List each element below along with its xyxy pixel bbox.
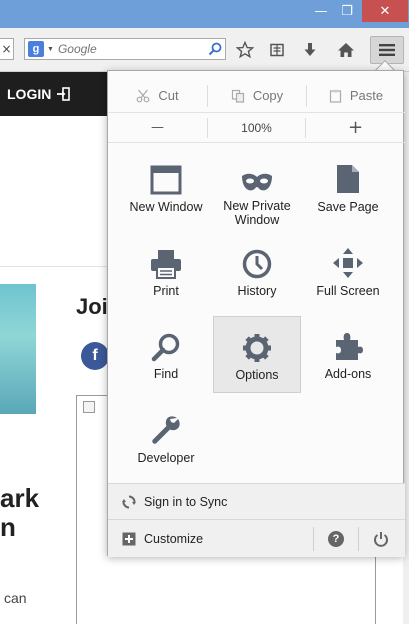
save-page-label: Save Page (317, 200, 379, 214)
power-icon (374, 531, 388, 547)
puzzle-icon (328, 322, 368, 362)
new-private-window-item[interactable]: New Private Window (213, 149, 301, 227)
join-heading: Joi (76, 294, 108, 319)
page-heading-fragment: ark (0, 483, 40, 513)
new-window-icon (146, 155, 186, 195)
customize-button[interactable]: Customize (108, 520, 313, 557)
scissors-icon (136, 89, 150, 102)
help-button[interactable]: ? (313, 526, 358, 551)
zoom-controls: — 100% + (108, 113, 405, 143)
reading-list-icon[interactable] (265, 38, 289, 62)
customize-plus-icon (122, 532, 136, 545)
login-link[interactable]: LOGIN (7, 86, 71, 102)
quit-button[interactable] (358, 526, 403, 551)
navigation-toolbar: × g ▼ (0, 28, 409, 72)
printer-icon (146, 239, 186, 279)
cut-label: Cut (158, 88, 179, 103)
options-label: Options (235, 368, 279, 382)
sync-icon (122, 495, 136, 508)
developer-item[interactable]: Developer (122, 400, 210, 478)
search-go-icon[interactable] (205, 39, 225, 59)
close-window-button[interactable]: ✕ (362, 0, 408, 22)
zoom-in-symbol: + (347, 117, 364, 138)
developer-label: Developer (137, 451, 195, 465)
new-window-label: New Window (129, 200, 203, 214)
gear-icon (237, 323, 277, 363)
minimize-button[interactable]: — (308, 0, 334, 22)
facebook-icon[interactable]: f (81, 342, 109, 370)
maximize-button[interactable]: ❐ (334, 0, 360, 22)
fullscreen-icon (328, 239, 368, 279)
login-label: LOGIN (7, 86, 52, 102)
zoom-reset-button[interactable]: 100% (207, 117, 306, 138)
hero-image (0, 284, 36, 414)
menu-footer: Customize ? (108, 519, 405, 557)
edit-controls: Cut Copy Paste (108, 79, 405, 113)
sync-label: Sign in to Sync (144, 494, 228, 509)
broken-image-icon (83, 401, 95, 413)
cut-button[interactable]: Cut (108, 85, 207, 107)
options-item[interactable]: Options (213, 316, 301, 393)
find-label: Find (153, 367, 179, 381)
magnifier-icon (146, 322, 186, 362)
home-icon[interactable] (334, 38, 358, 62)
full-screen-item[interactable]: Full Screen (304, 233, 392, 311)
copy-label: Copy (252, 88, 284, 103)
customize-label: Customize (144, 531, 204, 546)
zoom-in-button[interactable]: + (306, 117, 405, 138)
page-body-fragment: can (4, 590, 27, 606)
google-engine-icon[interactable]: g (28, 41, 44, 57)
full-screen-label: Full Screen (316, 284, 380, 298)
history-item[interactable]: History (213, 233, 301, 311)
zoom-out-button[interactable]: — (108, 118, 207, 138)
zoom-out-symbol: — (151, 120, 164, 135)
save-page-icon (328, 155, 368, 195)
save-page-item[interactable]: Save Page (304, 149, 392, 227)
copy-button[interactable]: Copy (207, 84, 306, 107)
window-titlebar: — ❐ ✕ (0, 0, 409, 28)
paste-button[interactable]: Paste (306, 84, 405, 107)
clock-icon (237, 239, 277, 279)
hamburger-menu-icon[interactable] (370, 36, 404, 64)
browser-menu-panel: Cut Copy Paste — 100% + New Window New P… (107, 70, 405, 557)
bookmark-star-icon[interactable] (233, 38, 257, 62)
zoom-level: 100% (241, 120, 272, 135)
wrench-icon (146, 406, 186, 446)
search-input[interactable] (57, 42, 205, 56)
engine-dropdown-icon[interactable]: ▼ (47, 46, 54, 53)
downloads-icon[interactable] (298, 38, 322, 62)
login-arrow-icon (57, 87, 71, 101)
print-item[interactable]: Print (122, 233, 210, 311)
add-ons-item[interactable]: Add-ons (304, 316, 392, 394)
help-icon: ? (328, 530, 344, 547)
sign-in-to-sync-button[interactable]: Sign in to Sync (108, 483, 405, 519)
copy-icon (231, 89, 244, 103)
find-item[interactable]: Find (122, 316, 210, 394)
history-label: History (237, 284, 277, 298)
search-bar[interactable]: g ▼ (24, 38, 226, 60)
print-label: Print (153, 284, 179, 298)
page-heading-fragment-2: n (0, 512, 16, 542)
paste-label: Paste (349, 88, 384, 103)
clear-url-button[interactable]: × (0, 38, 14, 60)
private-mask-icon (237, 155, 277, 194)
clipboard-icon (329, 89, 341, 103)
new-window-item[interactable]: New Window (122, 149, 210, 227)
add-ons-label: Add-ons (324, 367, 372, 381)
new-private-window-label: New Private Window (223, 199, 291, 227)
